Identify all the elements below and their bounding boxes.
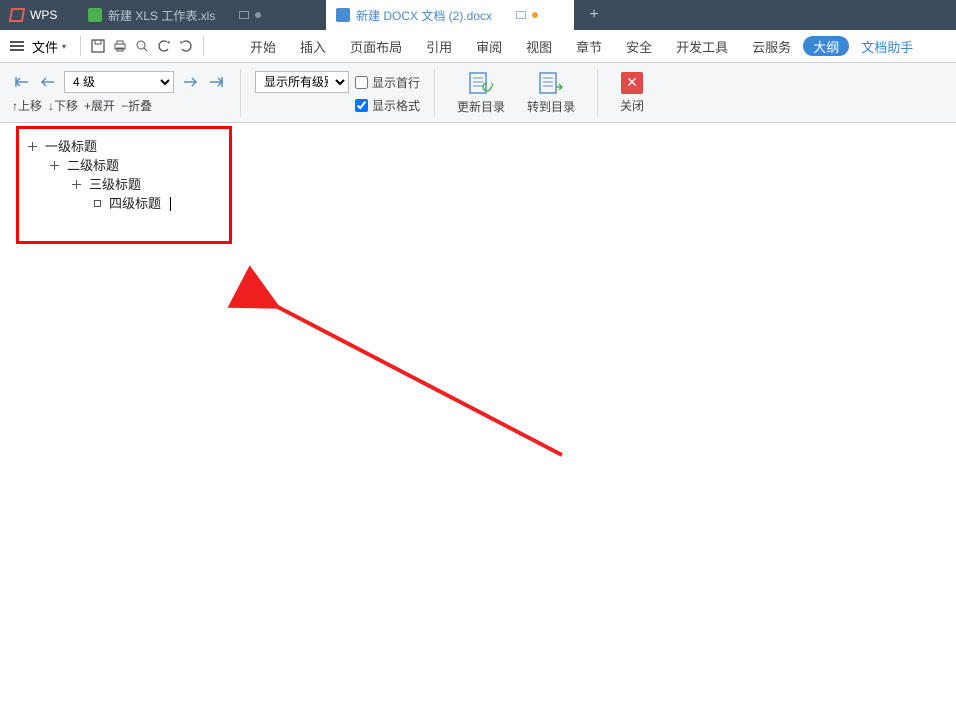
save-icon[interactable] <box>87 35 109 57</box>
demote-body-icon[interactable] <box>206 72 226 92</box>
tab-docx[interactable]: 新建 DOCX 文档 (2).docx <box>326 0 574 30</box>
ribbon-tab-security[interactable]: 安全 <box>614 30 664 63</box>
move-down-button[interactable]: ↓下移 <box>48 97 78 114</box>
update-toc-icon <box>467 71 495 95</box>
file-menu[interactable]: 文件 <box>28 37 62 56</box>
outline-h1-text: 一级标题 <box>45 137 97 156</box>
ribbon-tab-outline[interactable]: 大纲 <box>803 36 849 56</box>
expand-button[interactable]: +展开 <box>84 97 115 114</box>
expand-marker-icon[interactable] <box>28 142 37 151</box>
outline-node-h2[interactable]: 二级标题 <box>28 156 171 175</box>
close-outline-button[interactable]: ✕ 关闭 <box>612 72 652 114</box>
tab-restore-icon[interactable] <box>516 11 526 19</box>
wps-home-tab[interactable]: WPS <box>0 0 78 30</box>
separator <box>203 36 204 56</box>
file-dropdown-caret-icon[interactable]: ▾ <box>62 42 74 51</box>
close-icon: ✕ <box>621 72 643 94</box>
promote-icon[interactable] <box>38 72 58 92</box>
separator <box>80 36 81 56</box>
show-levels-select[interactable]: 显示所有级别 <box>255 71 349 93</box>
leaf-marker-icon <box>94 200 101 207</box>
tab-docx-label: 新建 DOCX 文档 (2).docx <box>356 7 492 24</box>
outline-h4-text: 四级标题 <box>109 194 161 213</box>
tab-xls-label: 新建 XLS 工作表.xls <box>108 7 215 24</box>
tab-close-icon[interactable] <box>255 12 261 18</box>
update-toc-label: 更新目录 <box>457 98 505 115</box>
demote-icon[interactable] <box>180 72 200 92</box>
ribbon-separator <box>597 69 598 117</box>
ribbon-separator <box>434 69 435 117</box>
goto-toc-label: 转到目录 <box>527 98 575 115</box>
ribbon-tab-chapter[interactable]: 章节 <box>564 30 614 63</box>
goto-toc-button[interactable]: 转到目录 <box>519 71 583 115</box>
redo-icon[interactable] <box>175 35 197 57</box>
expand-marker-icon[interactable] <box>72 180 81 189</box>
promote-top-icon[interactable] <box>12 72 32 92</box>
show-format-checkbox[interactable]: 显示格式 <box>355 97 420 114</box>
wps-logo-icon <box>9 8 25 22</box>
outline-node-h3[interactable]: 三级标题 <box>28 175 171 194</box>
ribbon-tab-insert[interactable]: 插入 <box>288 30 338 63</box>
update-toc-button[interactable]: 更新目录 <box>449 71 513 115</box>
ribbon-outline: 4 级 ↑上移 ↓下移 +展开 −折叠 显示所有级别 显示首行 显示格式 更新目… <box>0 63 956 123</box>
goto-toc-icon <box>537 71 565 95</box>
ribbon-tab-start[interactable]: 开始 <box>238 30 288 63</box>
ribbon-group-show: 显示所有级别 显示首行 显示格式 <box>255 71 420 114</box>
close-label: 关闭 <box>620 97 644 114</box>
ribbon-tab-review[interactable]: 审阅 <box>464 30 514 63</box>
print-preview-icon[interactable] <box>131 35 153 57</box>
hamburger-icon[interactable] <box>10 41 28 51</box>
menu-bar: 文件 ▾ 开始 插入 页面布局 引用 审阅 视图 章节 安全 开发工具 云服务 … <box>0 30 956 63</box>
outline-node-h1[interactable]: 一级标题 <box>28 137 171 156</box>
tab-close-icon[interactable] <box>532 12 538 18</box>
text-cursor <box>170 197 171 211</box>
ribbon-tab-helper[interactable]: 文档助手 <box>849 30 925 63</box>
undo-icon[interactable] <box>153 35 175 57</box>
ribbon-tab-devtools[interactable]: 开发工具 <box>664 30 740 63</box>
expand-marker-icon[interactable] <box>50 161 59 170</box>
collapse-button[interactable]: −折叠 <box>121 97 152 114</box>
tab-xls[interactable]: 新建 XLS 工作表.xls <box>78 0 326 30</box>
wps-label: WPS <box>30 8 57 22</box>
outline-node-h4[interactable]: 四级标题 <box>28 194 171 213</box>
outline-h3-text: 三级标题 <box>89 175 141 194</box>
document-icon <box>336 8 350 22</box>
tab-add-button[interactable]: + <box>574 0 614 30</box>
tab-bar: WPS 新建 XLS 工作表.xls 新建 DOCX 文档 (2).docx + <box>0 0 956 30</box>
plus-icon: + <box>84 99 91 113</box>
outline-tree: 一级标题 二级标题 三级标题 四级标题 <box>28 137 171 213</box>
move-up-button[interactable]: ↑上移 <box>12 97 42 114</box>
ribbon-separator <box>240 69 241 117</box>
print-icon[interactable] <box>109 35 131 57</box>
tab-restore-icon[interactable] <box>239 11 249 19</box>
ribbon-tab-refs[interactable]: 引用 <box>414 30 464 63</box>
ribbon-tab-layout[interactable]: 页面布局 <box>338 30 414 63</box>
ribbon-group-level: 4 级 ↑上移 ↓下移 +展开 −折叠 <box>12 71 226 114</box>
document-area[interactable]: 一级标题 二级标题 三级标题 四级标题 <box>0 123 956 702</box>
spreadsheet-icon <box>88 8 102 22</box>
annotation-arrow-icon <box>262 295 582 475</box>
ribbon-tab-cloud[interactable]: 云服务 <box>740 30 803 63</box>
outline-h2-text: 二级标题 <box>67 156 119 175</box>
ribbon-tab-view[interactable]: 视图 <box>514 30 564 63</box>
outline-level-select[interactable]: 4 级 <box>64 71 174 93</box>
show-firstline-checkbox[interactable]: 显示首行 <box>355 74 420 91</box>
